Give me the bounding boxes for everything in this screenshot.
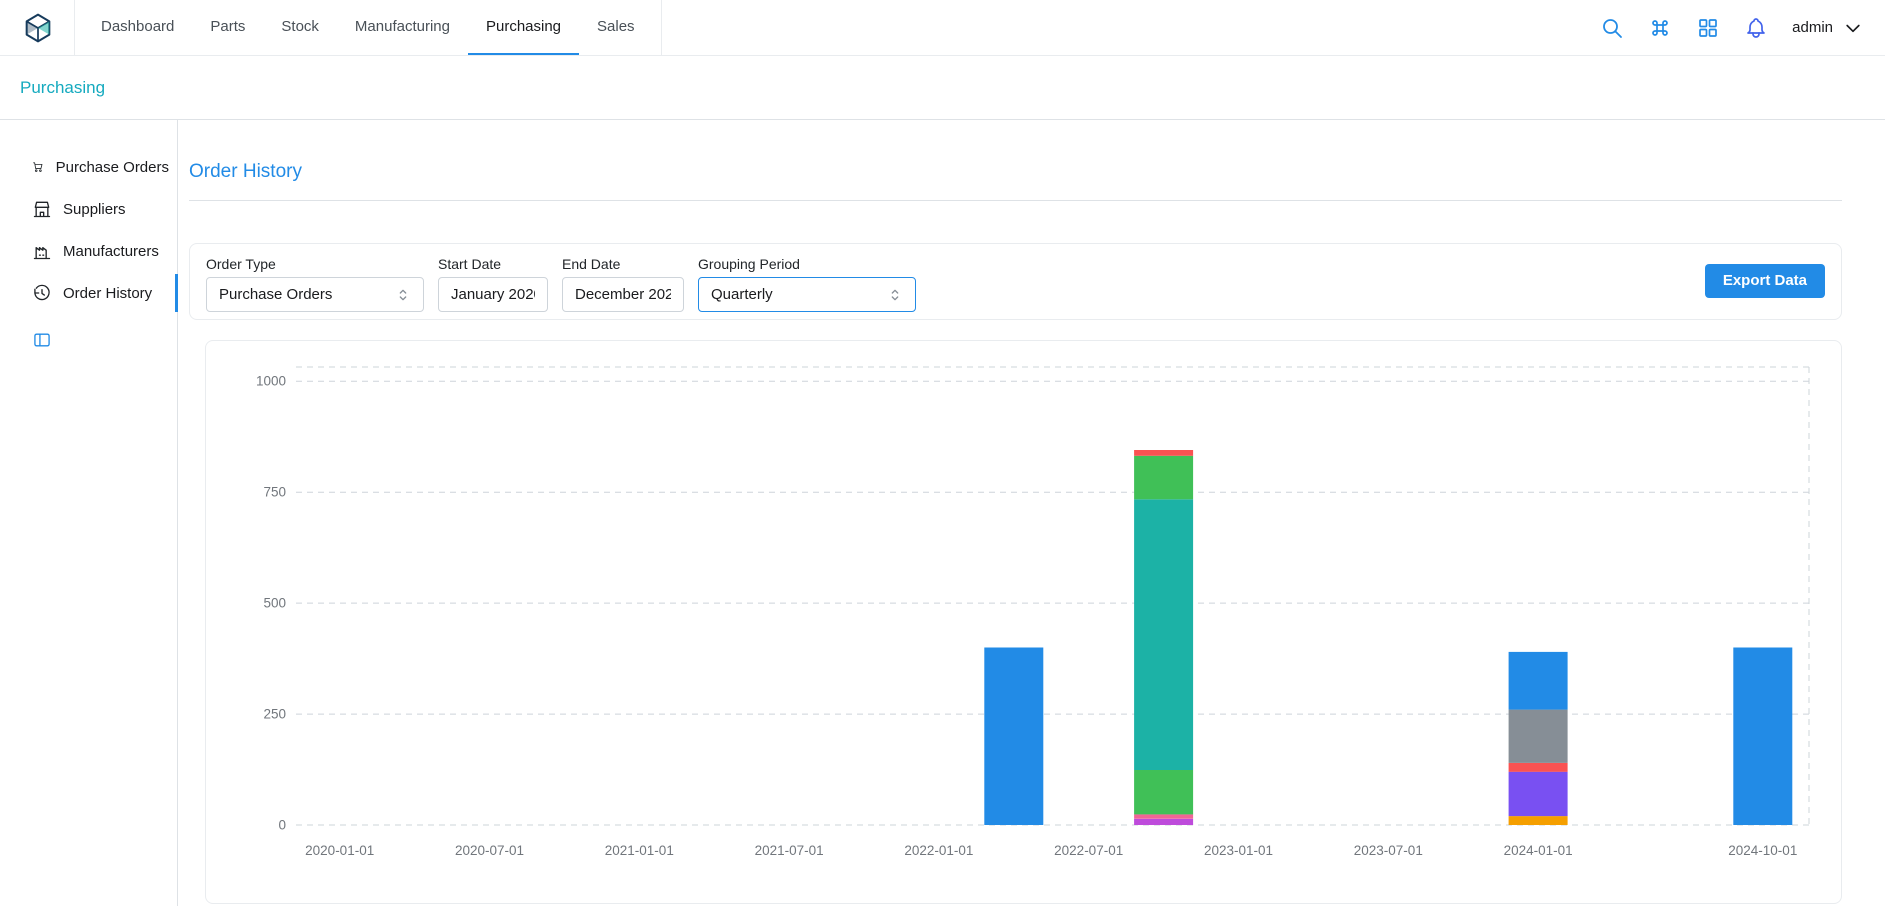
chevron-selector-icon [887, 287, 903, 303]
tab-manufacturing[interactable]: Manufacturing [337, 0, 468, 55]
svg-text:2022-01-01: 2022-01-01 [904, 843, 973, 858]
app-logo[interactable] [22, 0, 54, 55]
svg-text:2021-07-01: 2021-07-01 [755, 843, 824, 858]
svg-text:2020-07-01: 2020-07-01 [455, 843, 524, 858]
order-history-chart: 0 250 500 750 1000 2020-01-01 2020-07-01 2021-0… [218, 353, 1829, 891]
command-icon [1648, 16, 1672, 40]
start-date-field: Start Date [438, 256, 548, 312]
user-menu[interactable]: admin [1792, 18, 1863, 38]
grouping-period-value: Quarterly [711, 286, 773, 303]
svg-text:2024-10-01: 2024-10-01 [1728, 843, 1797, 858]
svg-text:500: 500 [263, 596, 286, 611]
grid-icon [1696, 16, 1720, 40]
sidebar-collapse-toggle[interactable] [32, 330, 177, 354]
sidebar-item-label: Suppliers [63, 201, 126, 218]
bell-icon [1744, 16, 1768, 40]
svg-text:250: 250 [263, 707, 286, 722]
sidebar-item-label: Manufacturers [63, 243, 159, 260]
main-nav-tabs: Dashboard Parts Stock Manufacturing Purc… [74, 0, 662, 55]
chevron-selector-icon [395, 287, 411, 303]
tab-purchasing[interactable]: Purchasing [468, 0, 579, 55]
top-navbar: Dashboard Parts Stock Manufacturing Purc… [0, 0, 1885, 56]
main-panel: Order History Order Type Purchase Orders… [178, 120, 1885, 906]
end-date-field: End Date [562, 256, 684, 312]
start-date-input[interactable] [451, 286, 535, 303]
breadcrumb-item-purchasing[interactable]: Purchasing [20, 78, 105, 98]
history-icon [32, 283, 52, 303]
svg-text:2023-01-01: 2023-01-01 [1204, 843, 1273, 858]
order-type-field: Order Type Purchase Orders [206, 256, 424, 312]
order-type-select[interactable]: Purchase Orders [206, 277, 424, 312]
order-type-value: Purchase Orders [219, 286, 332, 303]
page-title: Order History [189, 160, 1842, 184]
grouping-period-label: Grouping Period [698, 256, 916, 272]
order-history-chart-card: 0 250 500 750 1000 2020-01-01 2020-07-01 2021-0… [205, 340, 1842, 904]
sidebar-item-order-history[interactable]: Order History [0, 272, 177, 314]
panel-left-icon [32, 330, 52, 350]
tab-parts[interactable]: Parts [192, 0, 263, 55]
search-icon [1600, 16, 1624, 40]
svg-text:0: 0 [278, 818, 286, 833]
svg-text:2020-01-01: 2020-01-01 [305, 843, 374, 858]
sidebar-item-manufacturers[interactable]: Manufacturers [0, 230, 177, 272]
order-type-label: Order Type [206, 256, 424, 272]
content-layout: Purchase Orders Suppliers Manufacturers … [0, 120, 1885, 906]
svg-text:2021-01-01: 2021-01-01 [605, 843, 674, 858]
sidebar: Purchase Orders Suppliers Manufacturers … [0, 120, 178, 906]
end-date-label: End Date [562, 256, 684, 272]
tab-sales[interactable]: Sales [579, 0, 653, 55]
search-button[interactable] [1600, 16, 1624, 40]
building-store-icon [32, 199, 52, 219]
sidebar-item-suppliers[interactable]: Suppliers [0, 188, 177, 230]
tab-stock[interactable]: Stock [263, 0, 337, 55]
start-date-label: Start Date [438, 256, 548, 272]
filter-panel: Order Type Purchase Orders Start Date En… [189, 243, 1842, 320]
svg-text:2023-07-01: 2023-07-01 [1354, 843, 1423, 858]
grouping-period-select[interactable]: Quarterly [698, 277, 916, 312]
grouping-period-field: Grouping Period Quarterly [698, 256, 916, 312]
command-palette-button[interactable] [1648, 16, 1672, 40]
tab-dashboard[interactable]: Dashboard [83, 0, 192, 55]
scan-grid-button[interactable] [1696, 16, 1720, 40]
sidebar-item-label: Order History [63, 285, 152, 302]
notifications-button[interactable] [1744, 16, 1768, 40]
sidebar-item-purchase-orders[interactable]: Purchase Orders [0, 146, 177, 188]
breadcrumb: Purchasing [0, 56, 1885, 120]
end-date-input[interactable] [575, 286, 671, 303]
shopping-cart-icon [32, 157, 45, 177]
title-divider [189, 200, 1842, 201]
sidebar-item-label: Purchase Orders [56, 159, 169, 176]
user-name: admin [1792, 19, 1833, 36]
export-data-button[interactable]: Export Data [1705, 264, 1825, 298]
inventree-logo-icon [22, 12, 54, 44]
svg-text:2022-07-01: 2022-07-01 [1054, 843, 1123, 858]
svg-text:1000: 1000 [256, 374, 286, 389]
svg-text:750: 750 [263, 485, 286, 500]
navbar-actions: admin [1600, 0, 1863, 55]
building-factory-icon [32, 241, 52, 261]
svg-text:2024-01-01: 2024-01-01 [1504, 843, 1573, 858]
chevron-down-icon [1843, 18, 1863, 38]
